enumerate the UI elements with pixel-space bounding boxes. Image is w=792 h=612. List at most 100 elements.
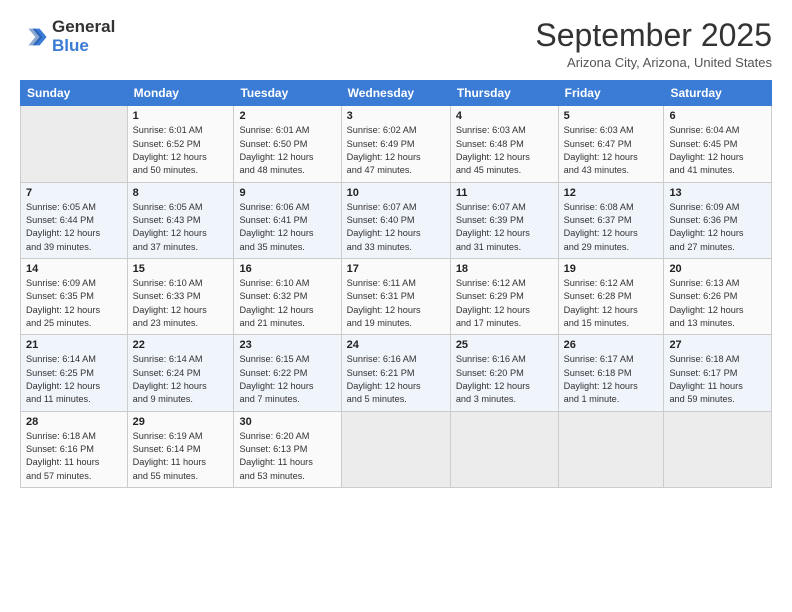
day-info: Sunrise: 6:12 AM Sunset: 6:29 PM Dayligh… [456, 277, 553, 330]
day-cell: 2 Sunrise: 6:01 AM Sunset: 6:50 PM Daylig… [234, 106, 341, 182]
day-cell [450, 411, 558, 487]
day-cell: 16 Sunrise: 6:10 AM Sunset: 6:32 PM Dayli… [234, 258, 341, 334]
day-cell: 5 Sunrise: 6:03 AM Sunset: 6:47 PM Daylig… [558, 106, 664, 182]
day-cell: 11 Sunrise: 6:07 AM Sunset: 6:39 PM Dayli… [450, 182, 558, 258]
col-sunday: Sunday [21, 81, 128, 106]
day-cell: 18Sunrise: 6:12 AM Sunset: 6:29 PM Dayli… [450, 258, 558, 334]
day-cell [21, 106, 128, 182]
day-info: Sunrise: 6:02 AM Sunset: 6:49 PM Dayligh… [347, 124, 445, 177]
day-info: Sunrise: 6:01 AM Sunset: 6:50 PM Dayligh… [239, 124, 335, 177]
day-cell: 20 Sunrise: 6:13 AM Sunset: 6:26 PM Dayli… [664, 258, 772, 334]
day-number: 30 [239, 416, 335, 428]
day-info: Sunrise: 6:01 AM Sunset: 6:52 PM Dayligh… [133, 124, 229, 177]
day-cell: 4Sunrise: 6:03 AM Sunset: 6:48 PM Daylig… [450, 106, 558, 182]
logo-icon [20, 23, 48, 51]
day-info: Sunrise: 6:05 AM Sunset: 6:43 PM Dayligh… [133, 201, 229, 254]
day-cell: 13Sunrise: 6:09 AM Sunset: 6:36 PM Dayli… [664, 182, 772, 258]
day-info: Sunrise: 6:10 AM Sunset: 6:32 PM Dayligh… [239, 277, 335, 330]
day-info: Sunrise: 6:05 AM Sunset: 6:44 PM Dayligh… [26, 201, 122, 254]
calendar-body: 1 Sunrise: 6:01 AM Sunset: 6:52 PM Daylig… [21, 106, 772, 488]
day-info: Sunrise: 6:07 AM Sunset: 6:39 PM Dayligh… [456, 201, 553, 254]
day-number: 24 [347, 339, 445, 351]
day-info: Sunrise: 6:18 AM Sunset: 6:17 PM Dayligh… [669, 353, 766, 406]
week-row-1: 1 Sunrise: 6:01 AM Sunset: 6:52 PM Daylig… [21, 106, 772, 182]
day-number: 28 [26, 416, 122, 428]
day-info: Sunrise: 6:20 AM Sunset: 6:13 PM Dayligh… [239, 430, 335, 483]
day-cell: 22 Sunrise: 6:14 AM Sunset: 6:24 PM Dayli… [127, 335, 234, 411]
day-number: 23 [239, 339, 335, 351]
day-cell: 19 Sunrise: 6:12 AM Sunset: 6:28 PM Dayli… [558, 258, 664, 334]
day-number: 22 [133, 339, 229, 351]
logo-text: General Blue [52, 18, 115, 55]
title-block: September 2025 Arizona City, Arizona, Un… [535, 18, 772, 70]
day-number: 15 [133, 263, 229, 275]
day-cell: 23 Sunrise: 6:15 AM Sunset: 6:22 PM Dayli… [234, 335, 341, 411]
day-info: Sunrise: 6:15 AM Sunset: 6:22 PM Dayligh… [239, 353, 335, 406]
day-info: Sunrise: 6:04 AM Sunset: 6:45 PM Dayligh… [669, 124, 766, 177]
day-number: 12 [564, 187, 659, 199]
day-cell [664, 411, 772, 487]
day-info: Sunrise: 6:13 AM Sunset: 6:26 PM Dayligh… [669, 277, 766, 330]
week-row-2: 7 Sunrise: 6:05 AM Sunset: 6:44 PM Daylig… [21, 182, 772, 258]
day-cell: 14Sunrise: 6:09 AM Sunset: 6:35 PM Dayli… [21, 258, 128, 334]
day-info: Sunrise: 6:16 AM Sunset: 6:20 PM Dayligh… [456, 353, 553, 406]
day-info: Sunrise: 6:14 AM Sunset: 6:24 PM Dayligh… [133, 353, 229, 406]
day-number: 20 [669, 263, 766, 275]
calendar-page: General Blue September 2025 Arizona City… [0, 0, 792, 612]
day-cell: 29Sunrise: 6:19 AM Sunset: 6:14 PM Dayli… [127, 411, 234, 487]
day-info: Sunrise: 6:07 AM Sunset: 6:40 PM Dayligh… [347, 201, 445, 254]
day-info: Sunrise: 6:10 AM Sunset: 6:33 PM Dayligh… [133, 277, 229, 330]
header: General Blue September 2025 Arizona City… [20, 18, 772, 70]
day-number: 11 [456, 187, 553, 199]
day-number: 27 [669, 339, 766, 351]
day-number: 14 [26, 263, 122, 275]
col-tuesday: Tuesday [234, 81, 341, 106]
day-number: 6 [669, 110, 766, 122]
week-row-3: 14Sunrise: 6:09 AM Sunset: 6:35 PM Dayli… [21, 258, 772, 334]
day-cell: 24 Sunrise: 6:16 AM Sunset: 6:21 PM Dayli… [341, 335, 450, 411]
week-row-5: 28 Sunrise: 6:18 AM Sunset: 6:16 PM Dayli… [21, 411, 772, 487]
day-info: Sunrise: 6:18 AM Sunset: 6:16 PM Dayligh… [26, 430, 122, 483]
location: Arizona City, Arizona, United States [535, 55, 772, 70]
day-number: 5 [564, 110, 659, 122]
day-cell: 21Sunrise: 6:14 AM Sunset: 6:25 PM Dayli… [21, 335, 128, 411]
day-number: 1 [133, 110, 229, 122]
day-number: 10 [347, 187, 445, 199]
day-info: Sunrise: 6:06 AM Sunset: 6:41 PM Dayligh… [239, 201, 335, 254]
day-number: 16 [239, 263, 335, 275]
day-info: Sunrise: 6:08 AM Sunset: 6:37 PM Dayligh… [564, 201, 659, 254]
day-number: 3 [347, 110, 445, 122]
day-cell: 30 Sunrise: 6:20 AM Sunset: 6:13 PM Dayli… [234, 411, 341, 487]
day-info: Sunrise: 6:19 AM Sunset: 6:14 PM Dayligh… [133, 430, 229, 483]
day-number: 2 [239, 110, 335, 122]
day-cell [341, 411, 450, 487]
day-info: Sunrise: 6:17 AM Sunset: 6:18 PM Dayligh… [564, 353, 659, 406]
day-cell: 9Sunrise: 6:06 AM Sunset: 6:41 PM Daylig… [234, 182, 341, 258]
day-cell: 25 Sunrise: 6:16 AM Sunset: 6:20 PM Dayli… [450, 335, 558, 411]
day-cell: 27 Sunrise: 6:18 AM Sunset: 6:17 PM Dayli… [664, 335, 772, 411]
logo-general: General [52, 17, 115, 36]
col-saturday: Saturday [664, 81, 772, 106]
calendar-table: Sunday Monday Tuesday Wednesday Thursday… [20, 80, 772, 488]
logo-blue: Blue [52, 36, 89, 55]
month-title: September 2025 [535, 18, 772, 53]
day-cell: 7 Sunrise: 6:05 AM Sunset: 6:44 PM Daylig… [21, 182, 128, 258]
day-cell: 12 Sunrise: 6:08 AM Sunset: 6:37 PM Dayli… [558, 182, 664, 258]
day-info: Sunrise: 6:09 AM Sunset: 6:36 PM Dayligh… [669, 201, 766, 254]
day-info: Sunrise: 6:11 AM Sunset: 6:31 PM Dayligh… [347, 277, 445, 330]
day-cell: 10 Sunrise: 6:07 AM Sunset: 6:40 PM Dayli… [341, 182, 450, 258]
col-wednesday: Wednesday [341, 81, 450, 106]
col-monday: Monday [127, 81, 234, 106]
day-info: Sunrise: 6:16 AM Sunset: 6:21 PM Dayligh… [347, 353, 445, 406]
calendar-header: Sunday Monday Tuesday Wednesday Thursday… [21, 81, 772, 106]
day-number: 25 [456, 339, 553, 351]
day-cell: 1 Sunrise: 6:01 AM Sunset: 6:52 PM Daylig… [127, 106, 234, 182]
day-info: Sunrise: 6:12 AM Sunset: 6:28 PM Dayligh… [564, 277, 659, 330]
day-number: 19 [564, 263, 659, 275]
day-info: Sunrise: 6:03 AM Sunset: 6:47 PM Dayligh… [564, 124, 659, 177]
day-number: 7 [26, 187, 122, 199]
col-friday: Friday [558, 81, 664, 106]
day-number: 8 [133, 187, 229, 199]
day-cell: 15 Sunrise: 6:10 AM Sunset: 6:33 PM Dayli… [127, 258, 234, 334]
logo: General Blue [20, 18, 115, 55]
